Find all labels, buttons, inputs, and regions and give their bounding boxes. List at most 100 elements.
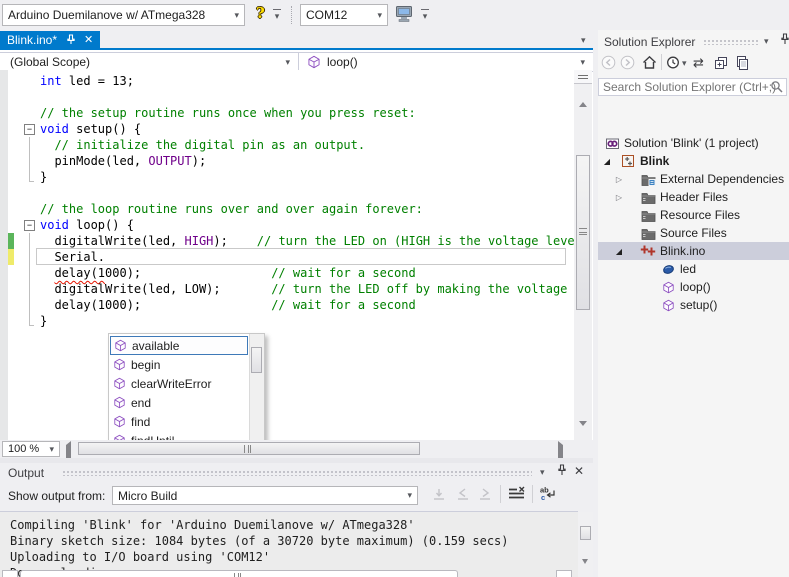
close-icon[interactable]: ✕: [84, 33, 93, 46]
code-line: // the loop routine runs over and over a…: [40, 201, 423, 217]
folder-icon: [640, 207, 656, 223]
scrollbar-thumb[interactable]: [576, 155, 590, 310]
toolbar-separator: [661, 54, 662, 70]
fold-guide-line: [29, 265, 30, 281]
completion-item-available[interactable]: available: [110, 336, 248, 355]
zoom-select[interactable]: 100 % ▾: [2, 441, 60, 457]
search-icon[interactable]: [770, 80, 784, 97]
board-select[interactable]: Arduino Duemilanove w/ ATmega328 ▾: [2, 4, 245, 26]
output-source-value: Micro Build: [118, 489, 407, 503]
com-port-select[interactable]: COM12 ▾: [300, 4, 388, 26]
h-scrollbar-thumb[interactable]: [20, 570, 458, 577]
chevron-down-icon[interactable]: ▾: [682, 59, 687, 68]
tree-item-loop-[interactable]: loop(): [598, 278, 789, 296]
completion-item-find[interactable]: find: [110, 412, 248, 431]
output-vertical-scrollbar[interactable]: [578, 512, 593, 577]
chevron-down-icon: ▾: [580, 58, 585, 67]
tree-item-led[interactable]: led: [598, 260, 789, 278]
zoom-value: 100 %: [8, 443, 49, 455]
drag-grip[interactable]: [703, 39, 758, 45]
completion-item-findUntil[interactable]: findUntil: [110, 431, 248, 440]
tree-item-solution-blink-1-project-[interactable]: Solution 'Blink' (1 project): [598, 134, 789, 152]
tree-item-resource-files[interactable]: Resource Files: [598, 206, 789, 224]
tree-item-header-files[interactable]: ▷Header Files: [598, 188, 789, 206]
scroll-right-icon[interactable]: [558, 445, 563, 459]
scroll-left-icon[interactable]: [2, 570, 18, 577]
popup-scrollbar[interactable]: [249, 334, 264, 440]
code-area[interactable]: int led = 13;// the setup routine runs o…: [0, 70, 574, 440]
search-input[interactable]: [598, 78, 787, 96]
code-line: }: [40, 169, 47, 185]
document-list-dropdown-icon[interactable]: ▾: [581, 36, 586, 45]
word-wrap-icon[interactable]: abc: [540, 486, 557, 501]
help-icon[interactable]: ?: [256, 4, 265, 22]
scroll-down-icon[interactable]: [579, 426, 587, 440]
code-line: void setup() {: [40, 121, 141, 137]
collapse-icon[interactable]: ◢: [614, 247, 624, 256]
chevron-down-icon: ▾: [234, 11, 239, 20]
tree-item-blink[interactable]: ◢Blink: [598, 152, 789, 170]
pin-icon[interactable]: [557, 464, 567, 479]
clear-all-icon[interactable]: [508, 486, 525, 501]
output-log[interactable]: Compiling 'Blink' for 'Arduino Duemilano…: [0, 511, 578, 577]
code-line: digitalWrite(led, HIGH); // turn the LED…: [40, 233, 574, 249]
collapse-region-icon[interactable]: −: [24, 124, 35, 135]
sync-active-document-icon[interactable]: ⇄: [693, 55, 704, 71]
fold-guide-line: [29, 281, 30, 297]
scroll-right-icon[interactable]: [556, 570, 572, 577]
collapse-region-icon[interactable]: −: [24, 220, 35, 231]
tab-blink-ino[interactable]: Blink.ino* ✕: [0, 31, 100, 48]
pending-changes-filter-icon[interactable]: [666, 55, 681, 70]
splitter-handle[interactable]: [574, 70, 592, 84]
scrollbar-thumb[interactable]: [580, 526, 591, 540]
fold-guide-line: [29, 249, 30, 265]
drag-grip[interactable]: [62, 470, 532, 476]
output-source-select[interactable]: Micro Build ▾: [112, 486, 418, 505]
show-all-files-icon[interactable]: [735, 55, 750, 71]
code-line: digitalWrite(led, LOW); // turn the LED …: [40, 281, 574, 297]
code-line: // the setup routine runs once when you …: [40, 105, 416, 121]
pin-icon[interactable]: [780, 33, 789, 48]
completion-label: end: [131, 396, 151, 410]
toolbar-separator: [532, 485, 533, 503]
home-icon[interactable]: [642, 55, 657, 70]
project-icon: [620, 153, 636, 169]
close-icon[interactable]: ✕: [574, 464, 584, 478]
pin-icon[interactable]: [66, 34, 76, 45]
scrollbar-thumb[interactable]: [251, 347, 262, 373]
collapse-all-icon[interactable]: [713, 55, 729, 71]
scroll-up-icon[interactable]: [579, 88, 587, 102]
code-line: delay(1000); // wait for a second: [40, 265, 416, 281]
scope-dropdown[interactable]: (Global Scope) ▾: [0, 53, 299, 71]
completion-item-clearWriteError[interactable]: clearWriteError: [110, 374, 248, 393]
tree-item-setup-[interactable]: setup(): [598, 296, 789, 314]
tree-item-source-files[interactable]: Source Files: [598, 224, 789, 242]
panel-splitter[interactable]: [0, 458, 593, 463]
member-dropdown[interactable]: loop() ▾: [299, 53, 593, 71]
h-scrollbar-thumb[interactable]: [78, 442, 420, 455]
editor-vertical-scrollbar[interactable]: [574, 70, 592, 440]
toolbar-overflow-icon[interactable]: ▾: [272, 9, 282, 21]
tree-item-external-dependencies[interactable]: ▷External Dependencies: [598, 170, 789, 188]
method-icon: [113, 358, 126, 371]
tree-item-label: Solution 'Blink' (1 project): [624, 136, 759, 150]
serial-monitor-icon[interactable]: [395, 5, 415, 23]
collapse-icon[interactable]: ◢: [602, 157, 612, 166]
active-tab-underline: [0, 48, 593, 50]
expand-icon[interactable]: ▷: [614, 175, 624, 184]
method-icon: [307, 55, 321, 69]
window-position-icon[interactable]: ▾: [764, 37, 769, 46]
window-position-icon[interactable]: ▾: [540, 468, 545, 477]
tree-item-blink-ino[interactable]: ◢Blink.ino: [598, 242, 789, 260]
expand-icon[interactable]: ▷: [614, 193, 624, 202]
toolbar-overflow-icon[interactable]: ▾: [420, 9, 430, 21]
next-message-icon: [478, 487, 492, 501]
intellisense-popup: availablebeginclearWriteError end findfind…: [108, 333, 265, 440]
completion-item-begin[interactable]: begin: [110, 355, 248, 374]
fold-guide-line: [29, 137, 30, 153]
scroll-left-icon[interactable]: [66, 445, 71, 459]
main-toolbar: Arduino Duemilanove w/ ATmega328 ▾ ? ▾ C…: [0, 0, 789, 30]
fold-guide-line: [29, 181, 34, 182]
completion-item-end[interactable]: end: [110, 393, 248, 412]
scroll-down-icon[interactable]: [582, 564, 588, 577]
